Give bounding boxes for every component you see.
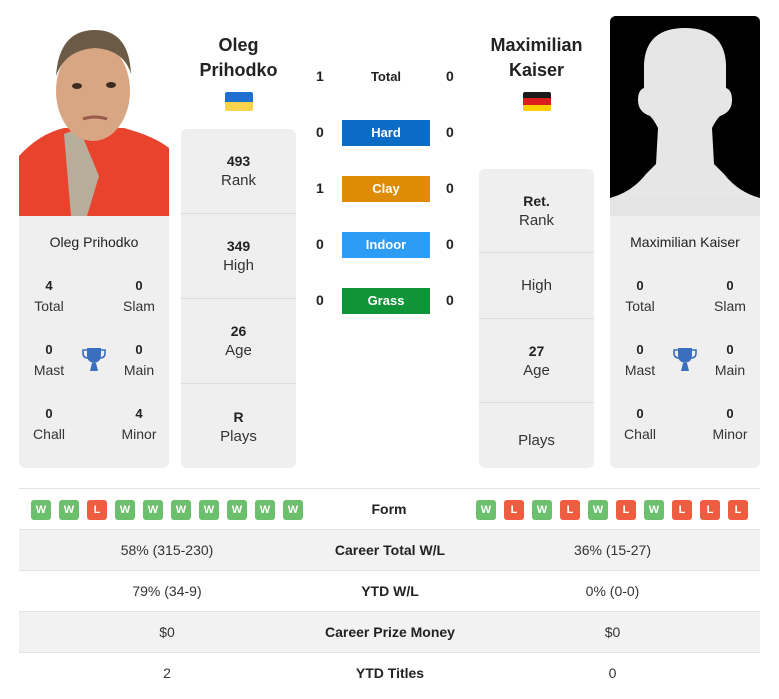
player1-rank: 493 Rank: [181, 129, 296, 214]
form-badge-loss: L: [672, 500, 692, 520]
player2-age: 27 Age: [479, 319, 594, 403]
stats-row-career-total-wl: 58% (315-230) Career Total W/L 36% (15-2…: [19, 530, 760, 571]
player1-main-titles: 0 Main: [123, 342, 155, 378]
surface-indoor-badge[interactable]: Indoor: [342, 232, 430, 258]
form-badge-loss: L: [87, 500, 107, 520]
h2h-row-hard: 0 Hard 0: [300, 120, 480, 146]
player1-masters-titles: 0 Mast: [33, 342, 65, 378]
player1-total-titles: 4 Total: [34, 278, 64, 314]
form-label: Form: [371, 501, 407, 517]
player1-challenger-titles: 0 Chall: [33, 406, 65, 442]
h2h-row-indoor: 0 Indoor 0: [300, 232, 480, 258]
player-silhouette-icon: [610, 16, 760, 216]
player1-form-badges: WWLWWWWWWW: [31, 500, 303, 520]
germany-flag-icon: [523, 92, 551, 111]
player1-high: 349 High: [181, 214, 296, 299]
player2-challenger-titles: 0 Chall: [624, 406, 656, 442]
stats-row-career-prize-money: $0 Career Prize Money $0: [19, 612, 760, 653]
h2h-row-total: 1 Total 0: [300, 64, 480, 90]
form-badge-win: W: [532, 500, 552, 520]
player2-minor-titles: 0 Minor: [712, 406, 748, 442]
form-badge-win: W: [283, 500, 303, 520]
form-badge-win: W: [143, 500, 163, 520]
form-badge-loss: L: [616, 500, 636, 520]
form-badge-loss: L: [700, 500, 720, 520]
trophy-icon: [82, 348, 106, 371]
h2h-total-label: Total: [370, 69, 402, 84]
form-badge-loss: L: [504, 500, 524, 520]
player2-photo: [610, 16, 760, 216]
player2-slam-titles: 0 Slam: [714, 278, 746, 314]
form-badge-loss: L: [560, 500, 580, 520]
player1-photo: [19, 16, 169, 216]
player2-card-name: Maximilian Kaiser: [630, 234, 740, 250]
player2-high: High: [479, 253, 594, 319]
player1-portrait-image: [19, 16, 169, 216]
surface-clay-badge[interactable]: Clay: [342, 176, 430, 202]
player1-card-name: Oleg Prihodko: [49, 234, 139, 250]
divider: [19, 488, 760, 489]
player1-slam-titles: 0 Slam: [123, 278, 155, 314]
player2-info-column: Ret. Rank High 27 Age Plays: [479, 169, 594, 468]
form-row: WWLWWWWWWW Form WLWLWLWLLL: [19, 490, 760, 530]
player2-form-badges: WLWLWLWLLL: [476, 500, 748, 520]
h2h-row-clay: 1 Clay 0: [300, 176, 480, 202]
player2-plays: Plays: [518, 431, 555, 449]
stats-row-ytd-titles: 2 YTD Titles 0: [163, 665, 617, 681]
form-badge-win: W: [59, 500, 79, 520]
form-badge-win: W: [644, 500, 664, 520]
form-badge-win: W: [171, 500, 191, 520]
player2-name-link[interactable]: Maximilian Kaiser: [479, 33, 594, 83]
stats-row-ytd-wl: 79% (34-9) YTD W/L 0% (0-0): [19, 571, 760, 612]
ukraine-flag-icon: [225, 92, 253, 111]
form-badge-win: W: [31, 500, 51, 520]
player2-masters-titles: 0 Mast: [624, 342, 656, 378]
form-badge-loss: L: [728, 500, 748, 520]
player2-rank: Ret. Rank: [479, 169, 594, 253]
player2-titles-card: Maximilian Kaiser 0 Total 0 Slam 0 Mast …: [610, 216, 760, 468]
player1-titles-card: Oleg Prihodko 4 Total 0 Slam 0 Mast 0 Ma…: [19, 216, 169, 468]
trophy-icon: [673, 348, 697, 371]
form-badge-win: W: [255, 500, 275, 520]
player1-minor-titles: 4 Minor: [121, 406, 157, 442]
surface-hard-badge[interactable]: Hard: [342, 120, 430, 146]
player1-info-column: 493 Rank 349 High 26 Age R Plays: [181, 129, 296, 468]
player1-plays: R Plays: [220, 408, 257, 445]
player1-age: 26 Age: [181, 299, 296, 384]
surface-grass-badge[interactable]: Grass: [342, 288, 430, 314]
form-badge-win: W: [588, 500, 608, 520]
form-badge-win: W: [227, 500, 247, 520]
player2-main-titles: 0 Main: [714, 342, 746, 378]
player2-total-titles: 0 Total: [625, 278, 655, 314]
form-badge-win: W: [115, 500, 135, 520]
h2h-row-grass: 0 Grass 0: [300, 288, 480, 314]
player1-name-link[interactable]: Oleg Prihodko: [181, 33, 296, 83]
form-badge-win: W: [476, 500, 496, 520]
form-badge-win: W: [199, 500, 219, 520]
